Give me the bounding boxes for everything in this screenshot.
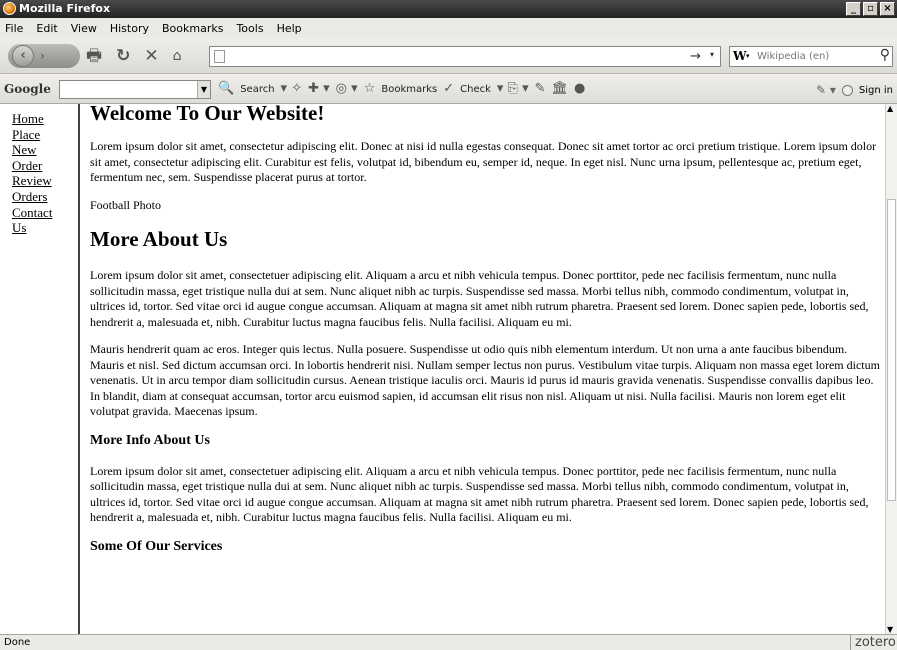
page-icon (214, 50, 225, 63)
more-info-heading: More Info About Us (90, 432, 210, 448)
translate-icon[interactable]: ▾ ⎘ ▾ (497, 82, 529, 95)
about-paragraph-2: Mauris hendrerit quam ac eros. Integer q… (90, 342, 880, 418)
vertical-scrollbar[interactable]: ▲ ▼ (885, 104, 897, 634)
google-toolbar-right: ✎ ▾ Sign in (816, 83, 893, 97)
google-share-icon[interactable]: ◎ ▾ (336, 82, 358, 95)
minimize-button[interactable]: _ (846, 2, 861, 16)
nav-icons: 🖶 ↻ ✕ ⌂ (86, 47, 181, 65)
home-icon[interactable]: ⌂ (173, 47, 182, 65)
google-check-button[interactable]: Check (460, 84, 491, 95)
engine-dropdown-icon[interactable]: ▾ (746, 52, 750, 60)
scrollbar-thumb[interactable] (887, 199, 896, 501)
star-icon[interactable]: ☆ (364, 82, 376, 95)
nav-link-us[interactable]: Us (12, 220, 62, 236)
nav-link-review[interactable]: Review (12, 173, 62, 189)
menu-bookmarks[interactable]: Bookmarks (161, 22, 224, 35)
menu-edit[interactable]: Edit (35, 22, 58, 35)
pencil-icon[interactable]: ✎ (535, 82, 546, 95)
google-tools-icon[interactable]: ✚ ▾ (308, 82, 330, 95)
reload-icon[interactable]: ↻ (116, 47, 130, 65)
menu-tools[interactable]: Tools (235, 22, 264, 35)
google-search-box[interactable]: ▼ (59, 80, 211, 99)
scroll-up-icon[interactable]: ▲ (887, 104, 893, 113)
nav-link-contact[interactable]: Contact (12, 205, 62, 221)
window-title-bar: Mozilla Firefox _ ▫ × (0, 0, 897, 18)
url-bar[interactable] (209, 46, 721, 67)
info-paragraph: Lorem ipsum dolor sit amet, consectetuer… (90, 463, 869, 525)
close-button[interactable]: × (880, 2, 895, 16)
url-dropdown-icon[interactable]: ▾ (710, 50, 714, 59)
google-dropdown-icon[interactable]: ▼ (197, 81, 210, 98)
menu-help[interactable]: Help (276, 22, 303, 35)
maximize-button[interactable]: ▫ (863, 2, 878, 16)
wrench-icon[interactable]: ✎ ▾ (816, 83, 836, 97)
bank-icon[interactable]: 🏛 (552, 82, 569, 95)
navigation-toolbar: ‹ › 🖶 ↻ ✕ ⌂ → ▾ W ▾ ⚲ (0, 38, 897, 74)
print-icon[interactable]: 🖶 (86, 47, 102, 65)
status-text: Done (4, 637, 31, 648)
scroll-down-icon[interactable]: ▼ (887, 625, 893, 634)
nav-link-home[interactable]: Home (12, 111, 62, 127)
google-signin-button[interactable]: Sign in (859, 85, 893, 96)
spellcheck-icon[interactable]: ✓ (443, 82, 454, 95)
page-title: Welcome To Our Website! (90, 101, 325, 125)
back-button[interactable]: ‹ (12, 45, 34, 67)
window-title: Mozilla Firefox (19, 2, 111, 15)
search-input[interactable] (757, 49, 875, 64)
firefox-icon (3, 2, 16, 15)
window-controls: _ ▫ × (846, 2, 895, 16)
signin-icon[interactable] (841, 84, 853, 96)
menu-history[interactable]: History (109, 22, 150, 35)
globe-icon[interactable]: ● (574, 82, 585, 95)
wikipedia-engine-icon[interactable]: W (733, 49, 746, 63)
google-options-icon[interactable]: ▾ ✧ (281, 82, 303, 95)
google-search-button[interactable]: Search (240, 84, 274, 95)
google-bookmarks-button[interactable]: Bookmarks (381, 84, 437, 95)
football-photo-alt: Football Photo (90, 197, 162, 212)
google-toolbar: Google ▼ 🔍 Search ▾ ✧ ✚ ▾ ◎ ▾ ☆ Bookmark… (0, 74, 897, 104)
about-paragraph-1: Lorem ipsum dolor sit amet, consectetuer… (90, 268, 869, 329)
google-logo: Google (4, 82, 51, 96)
services-heading: Some Of Our Services (90, 538, 223, 554)
nav-link-new[interactable]: New (12, 142, 62, 158)
search-bar[interactable]: W ▾ ⚲ (729, 46, 893, 67)
stop-icon[interactable]: ✕ (144, 47, 158, 65)
menu-file[interactable]: File (4, 22, 24, 35)
menu-bar: File Edit View History Bookmarks Tools H… (0, 18, 897, 38)
google-search-icon[interactable]: 🔍 (218, 82, 234, 95)
back-forward-group: ‹ › (8, 44, 80, 68)
page-content: Home Place New Order Review Orders Conta… (0, 101, 897, 634)
sidebar-divider (78, 104, 81, 634)
nav-link-order[interactable]: Order (12, 158, 62, 174)
go-arrow-icon[interactable]: → (690, 49, 701, 64)
google-toolbar-items: 🔍 Search ▾ ✧ ✚ ▾ ◎ ▾ ☆ Bookmarks ✓ Check… (218, 82, 585, 95)
page-nav: Home Place New Order Review Orders Conta… (12, 111, 62, 236)
main-article: Welcome To Our Website! Lorem ipsum dolo… (90, 101, 882, 570)
zotero-button[interactable]: zotero (850, 635, 897, 650)
menu-view[interactable]: View (70, 22, 98, 35)
nav-link-place[interactable]: Place (12, 127, 62, 143)
intro-paragraph: Lorem ipsum dolor sit amet, consectetur … (90, 139, 877, 184)
search-icon[interactable]: ⚲ (880, 47, 890, 63)
more-about-heading: More About Us (90, 227, 228, 251)
nav-link-orders[interactable]: Orders (12, 189, 62, 205)
status-bar: Done zotero (0, 634, 897, 650)
forward-button[interactable]: › (40, 49, 45, 63)
